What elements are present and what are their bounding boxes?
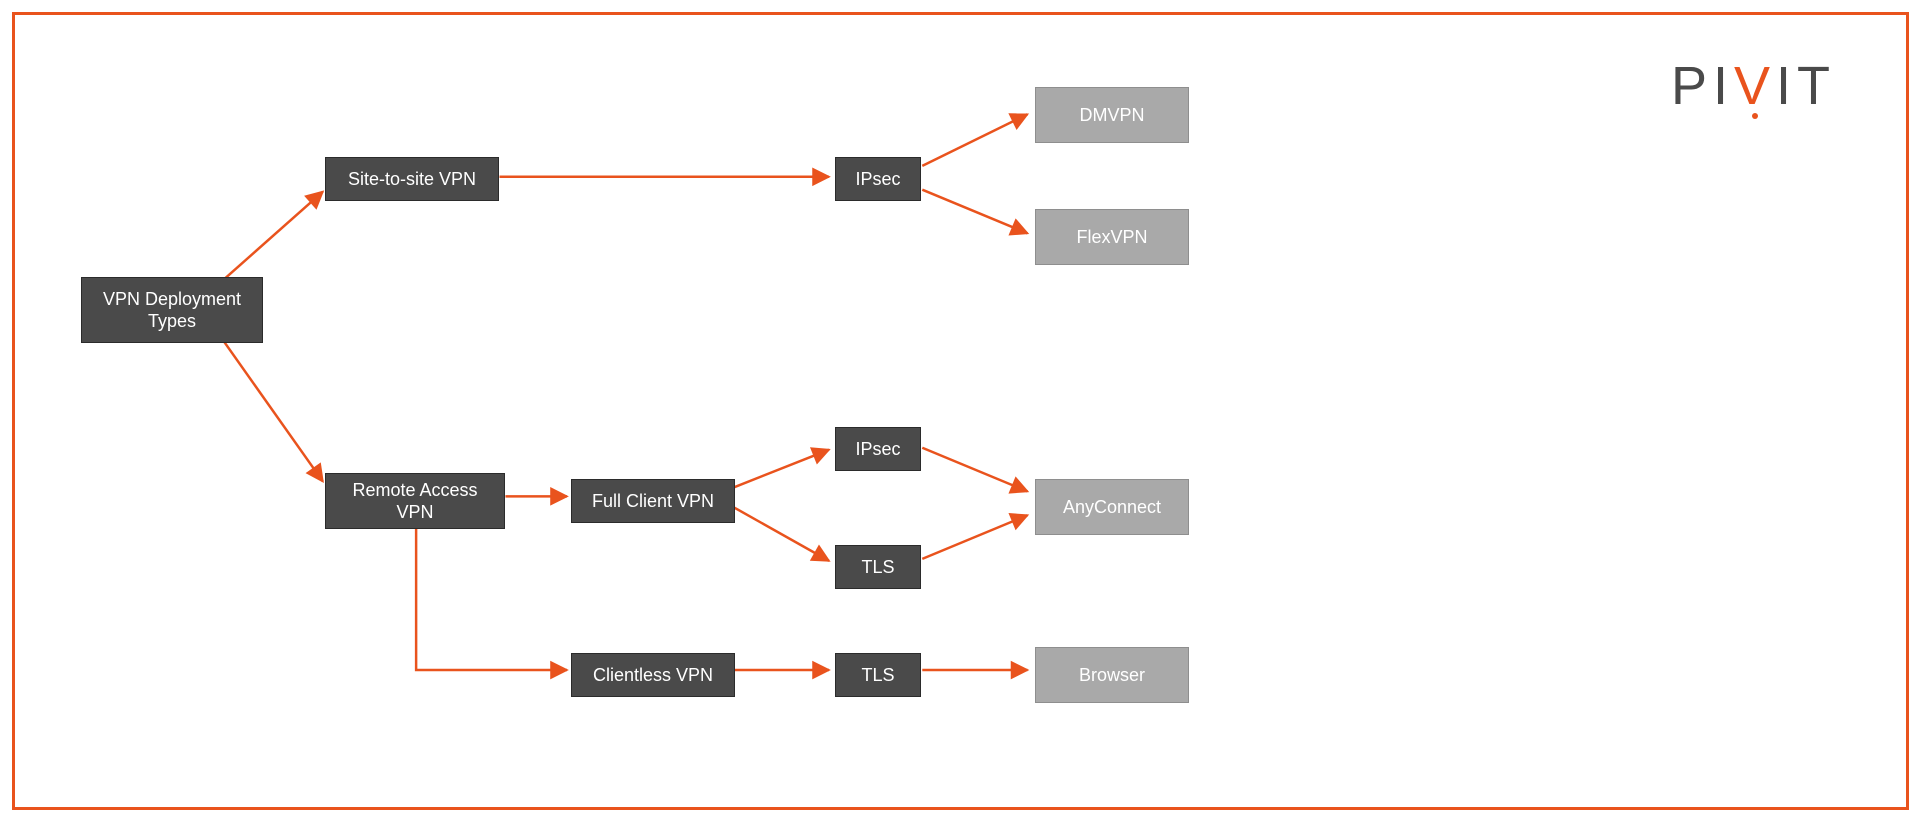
node-dmvpn: DMVPN	[1035, 87, 1189, 143]
arrow-fullclient-to-tls	[734, 507, 829, 561]
arrow-fullclient-to-ipsec	[734, 450, 829, 488]
arrow-root-to-remote	[218, 333, 323, 482]
node-full-client-vpn: Full Client VPN	[571, 479, 735, 523]
node-tls-clientless: TLS	[835, 653, 921, 697]
arrow-ipsec-to-dmvpn	[922, 114, 1027, 166]
arrow-remote-to-clientless	[416, 521, 567, 670]
node-ipsec-site: IPsec	[835, 157, 921, 201]
node-browser: Browser	[1035, 647, 1189, 703]
arrows-layer	[15, 15, 1906, 807]
node-site-to-site-vpn: Site-to-site VPN	[325, 157, 499, 201]
arrow-ipsec-to-anyconnect	[922, 448, 1027, 492]
node-remote-access-vpn: Remote Access VPN	[325, 473, 505, 529]
node-flexvpn: FlexVPN	[1035, 209, 1189, 265]
logo-dot-icon	[1752, 113, 1758, 119]
node-vpn-deployment-types: VPN Deployment Types	[81, 277, 263, 343]
arrow-tls-to-anyconnect	[922, 515, 1027, 559]
diagram-frame: VPN Deployment Types Site-to-site VPN IP…	[12, 12, 1909, 810]
node-clientless-vpn: Clientless VPN	[571, 653, 735, 697]
arrow-root-to-site	[218, 192, 323, 285]
node-ipsec-remote: IPsec	[835, 427, 921, 471]
node-tls-remote: TLS	[835, 545, 921, 589]
node-anyconnect: AnyConnect	[1035, 479, 1189, 535]
logo-text-it: IT	[1776, 56, 1836, 116]
pivit-logo: PIVIT	[1671, 55, 1836, 117]
logo-text-v: V	[1734, 56, 1776, 116]
arrow-ipsec-to-flexvpn	[922, 190, 1027, 234]
logo-text-pi: PI	[1671, 56, 1734, 116]
